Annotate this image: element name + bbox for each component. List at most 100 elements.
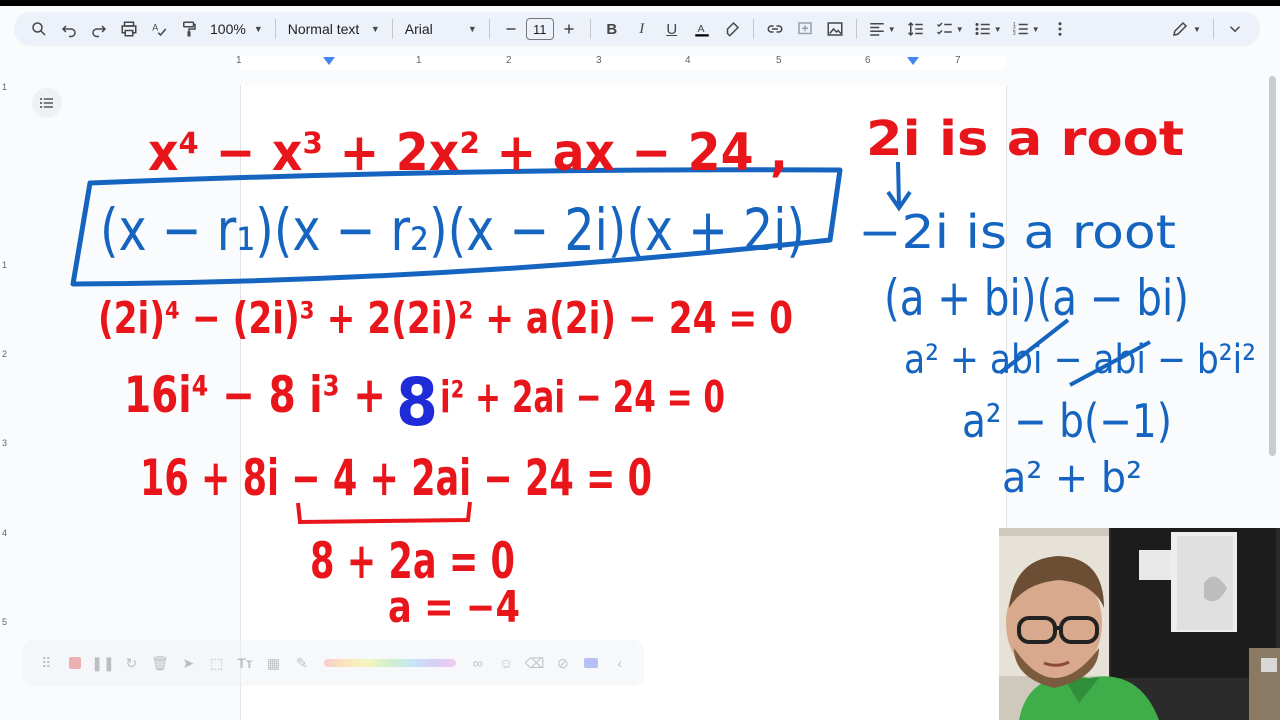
insert-comment-button[interactable]	[791, 15, 819, 43]
chevron-down-icon: ▼	[253, 24, 263, 34]
cursor-icon[interactable]: ➤	[176, 650, 200, 676]
link-icon[interactable]: ∞	[466, 650, 490, 676]
handwriting-line: a² + b²	[1002, 453, 1142, 502]
print-button[interactable]	[115, 15, 143, 43]
webcam-overlay	[999, 528, 1280, 720]
italic-button[interactable]: I	[628, 15, 656, 43]
line-spacing-button[interactable]	[902, 15, 930, 43]
undo-button[interactable]	[55, 15, 83, 43]
print-icon	[121, 21, 137, 37]
camera-icon[interactable]	[579, 650, 603, 676]
align-left-icon	[870, 23, 884, 36]
spelling-check-button[interactable]: A	[145, 15, 173, 43]
text-color-icon: A	[694, 23, 709, 37]
grid-icon[interactable]: ▦	[261, 650, 285, 676]
search-icon	[32, 22, 46, 36]
more-options-button[interactable]	[1046, 15, 1074, 43]
italic-icon: I	[639, 20, 645, 37]
hide-menus-button[interactable]	[1221, 15, 1249, 43]
color-slider[interactable]	[324, 659, 456, 667]
numbered-list-button[interactable]: 123 ▼	[1008, 15, 1044, 43]
svg-text:A: A	[697, 23, 704, 35]
decrease-font-size-button[interactable]	[497, 15, 525, 43]
checklist-button[interactable]: ▼	[932, 15, 968, 43]
select-box-icon[interactable]: ⬚	[204, 650, 228, 676]
toolbar-divider	[752, 19, 754, 39]
plus-icon	[564, 24, 574, 34]
underline-icon: U	[666, 20, 678, 38]
vertical-ruler[interactable]: 1 1 2 3 4 5	[0, 72, 12, 720]
line-spacing-icon	[907, 21, 923, 37]
left-indent-marker-icon[interactable]	[322, 56, 336, 68]
pause-icon[interactable]: ❚❚	[91, 650, 115, 676]
ruler-number: 5	[2, 617, 8, 627]
bulleted-list-button[interactable]: ▼	[970, 15, 1006, 43]
font-size-input[interactable]: 11	[525, 18, 554, 40]
chevron-down-icon: ▼	[955, 24, 964, 34]
chevron-down-icon: ▼	[993, 24, 1002, 34]
toolbar-divider	[855, 19, 857, 39]
webcam-presenter-image	[999, 528, 1280, 720]
emoji-icon[interactable]: ☺	[494, 650, 518, 676]
document-page[interactable]	[240, 85, 1007, 720]
toolbar-divider	[1213, 19, 1214, 39]
highlight-color-button[interactable]	[718, 15, 746, 43]
eraser-icon[interactable]: ⌫	[522, 650, 546, 676]
style-select[interactable]: Normal text ▼	[282, 15, 386, 43]
undo-icon	[61, 25, 76, 38]
vertical-scrollbar[interactable]	[1266, 76, 1278, 526]
align-button[interactable]: ▼	[864, 15, 900, 43]
redo-button[interactable]	[85, 15, 113, 43]
top-black-bar	[0, 0, 1280, 6]
zoom-value: 100%	[210, 21, 246, 37]
ruler-number: 4	[2, 528, 8, 538]
ruler-number: 1	[2, 82, 8, 92]
toolbar-divider	[274, 19, 276, 39]
docs-toolbar: A 100% ▼ Normal text ▼ Arial ▼ 11 B I U A ▼	[14, 12, 1260, 46]
hide-icon[interactable]: ⊘	[551, 650, 575, 676]
chevron-down-icon: ▼	[467, 24, 477, 34]
collapse-icon[interactable]: ‹	[608, 650, 632, 676]
horizontal-ruler[interactable]: 1 1 2 3 4 5 6 7	[0, 52, 1280, 72]
underline-button[interactable]: U	[658, 15, 686, 43]
image-icon	[827, 22, 843, 36]
increase-font-size-button[interactable]	[555, 15, 583, 43]
ruler-number: 6	[865, 55, 871, 66]
ruler-number: 2	[2, 349, 8, 359]
document-outline-button[interactable]	[32, 88, 62, 118]
bold-button[interactable]: B	[598, 15, 626, 43]
scrollbar-thumb[interactable]	[1269, 76, 1276, 456]
insert-link-button[interactable]	[761, 15, 789, 43]
ruler-number: 2	[506, 55, 512, 66]
blue-strike-line	[998, 318, 1070, 375]
ruler-number: 3	[2, 438, 8, 448]
text-color-button[interactable]: A	[688, 15, 716, 43]
restart-icon[interactable]: ↻	[119, 650, 143, 676]
zoom-select[interactable]: 100% ▼	[204, 15, 269, 43]
trash-icon[interactable]: 🗑	[148, 650, 172, 676]
ruler-number: 1	[2, 260, 8, 270]
search-menus-button[interactable]	[25, 15, 53, 43]
paint-format-button[interactable]	[175, 15, 203, 43]
chevron-down-icon: ▼	[1193, 24, 1201, 34]
style-value: Normal text	[287, 21, 360, 37]
pencil-icon	[1173, 21, 1188, 36]
chevron-down-icon: ▼	[887, 24, 896, 34]
right-indent-marker-icon[interactable]	[906, 56, 920, 68]
editing-mode-button[interactable]: ▼	[1166, 15, 1206, 43]
ruler-number: 5	[776, 55, 782, 66]
font-select[interactable]: Arial ▼	[399, 15, 483, 43]
text-tool-icon[interactable]: Tт	[233, 650, 257, 676]
ruler-page-area	[240, 56, 1005, 70]
stop-icon[interactable]	[62, 650, 86, 676]
pen-tool-icon[interactable]: ✎	[290, 650, 314, 676]
insert-image-button[interactable]	[821, 15, 849, 43]
more-vert-icon	[1058, 22, 1062, 36]
ruler-number: 3	[596, 55, 602, 66]
redo-icon	[92, 25, 107, 38]
toolbar-divider	[391, 19, 393, 39]
ruler-number: 4	[685, 55, 691, 66]
drag-handle-icon[interactable]: ⠿	[34, 650, 58, 676]
checklist-icon	[936, 22, 952, 35]
ruler-number: 1	[416, 55, 422, 66]
